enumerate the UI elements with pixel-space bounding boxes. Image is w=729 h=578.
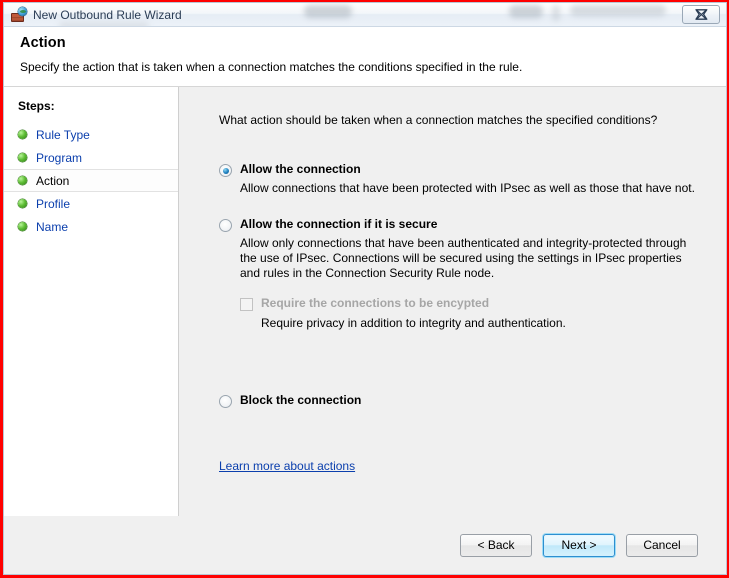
step-bullet-icon (18, 130, 27, 139)
glass-blur-artifact (509, 5, 543, 18)
content-pane: What action should be taken when a conne… (179, 87, 726, 516)
page-subtitle: Specify the action that is taken when a … (20, 60, 523, 74)
radio-allow-if-secure[interactable] (219, 219, 232, 232)
radio-allow-the-connection[interactable] (219, 164, 232, 177)
steps-sidebar: Steps: Rule Type Program Action Profile … (4, 87, 179, 516)
next-button[interactable]: Next > (543, 533, 615, 557)
checkbox-description: Require privacy in addition to integrity… (261, 316, 566, 330)
option-label: Allow the connection if it is secure (240, 217, 438, 231)
option-label: Allow the connection (240, 162, 361, 176)
sidebar-item-profile[interactable]: Profile (4, 192, 178, 215)
back-button[interactable]: < Back (460, 533, 532, 557)
checkbox-row-require-encrypted: Require the connections to be encypted (240, 297, 704, 311)
encrypt-option-block: Require the connections to be encypted R… (240, 297, 704, 330)
window-title: New Outbound Rule Wizard (33, 7, 182, 22)
step-bullet-icon (18, 199, 27, 208)
title-bar[interactable]: New Outbound Rule Wizard (4, 3, 726, 27)
sidebar-item-label: Name (36, 219, 69, 234)
wizard-window: New Outbound Rule Wizard Action Specify … (3, 2, 727, 575)
close-x-icon (694, 9, 707, 20)
step-bullet-icon (18, 153, 27, 162)
wizard-body: Steps: Rule Type Program Action Profile … (4, 87, 726, 516)
wizard-footer: < Back Next > Cancel (4, 516, 726, 574)
sidebar-item-action[interactable]: Action (4, 169, 178, 192)
learn-more-link[interactable]: Learn more about actions (219, 459, 355, 473)
step-bullet-icon (18, 222, 27, 231)
checkbox-label: Require the connections to be encypted (261, 296, 490, 310)
radio-block-the-connection[interactable] (219, 395, 232, 408)
steps-heading: Steps: (18, 99, 55, 113)
option-allow-the-connection[interactable]: Allow the connection (219, 163, 704, 177)
sidebar-item-label: Program (36, 150, 83, 165)
glass-blur-artifact (552, 5, 560, 21)
checkbox-require-encrypted (240, 298, 253, 311)
option-label: Block the connection (240, 393, 362, 407)
sidebar-item-program[interactable]: Program (4, 146, 178, 169)
question-text: What action should be taken when a conne… (219, 113, 658, 127)
glass-blur-artifact (59, 22, 149, 26)
glass-blur-artifact (570, 5, 666, 16)
option-allow-if-secure[interactable]: Allow the connection if it is secure (219, 218, 704, 232)
option-description: Allow connections that have been protect… (240, 181, 695, 195)
sidebar-item-name[interactable]: Name (4, 215, 178, 238)
wizard-header: Action Specify the action that is taken … (4, 27, 726, 87)
sidebar-item-rule-type[interactable]: Rule Type (4, 123, 178, 146)
glass-blur-artifact (304, 5, 352, 18)
cancel-button[interactable]: Cancel (626, 533, 698, 557)
page-title: Action (20, 35, 66, 51)
option-block-the-connection[interactable]: Block the connection (219, 394, 704, 408)
sidebar-item-label: Action (36, 173, 70, 188)
sidebar-item-label: Rule Type (36, 127, 90, 142)
step-bullet-icon (18, 176, 27, 185)
firewall-globe-brick-icon (11, 6, 27, 23)
globe-shape (18, 6, 27, 16)
close-button[interactable] (682, 5, 720, 24)
option-description: Allow only connections that have been au… (240, 236, 687, 280)
sidebar-item-label: Profile (36, 196, 71, 211)
